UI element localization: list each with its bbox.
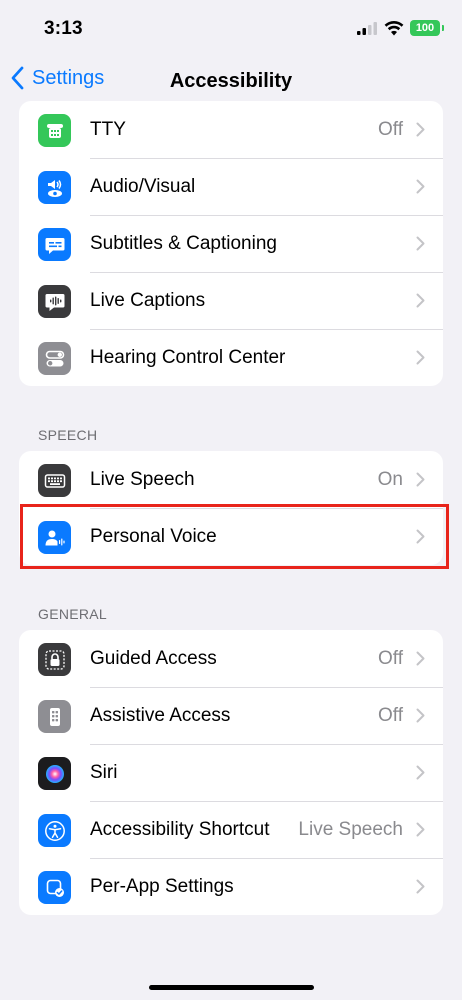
row-hearing-control-center[interactable]: Hearing Control Center (19, 329, 443, 386)
chevron-right-icon (416, 529, 425, 544)
general-group: Guided Access Off Assistive Access Off S… (19, 630, 443, 915)
battery-icon: 100 (410, 20, 444, 36)
page-title: Accessibility (169, 70, 293, 92)
tty-icon (38, 114, 71, 147)
row-value: On (377, 468, 403, 490)
chevron-right-icon (416, 122, 425, 137)
navigation-bar: Settings Accessibility (0, 56, 462, 106)
row-assistive-access[interactable]: Assistive Access Off (19, 687, 443, 744)
per-app-settings-icon (38, 871, 71, 904)
row-label: TTY (90, 118, 126, 140)
hearing-control-icon (38, 342, 71, 375)
status-bar: 3:13 100 (0, 0, 462, 56)
row-label: Siri (90, 761, 118, 783)
row-label: Subtitles & Captioning (90, 232, 277, 254)
row-label: Live Speech (90, 468, 195, 490)
row-value: Off (378, 647, 403, 669)
personal-voice-icon (38, 521, 71, 554)
row-siri[interactable]: Siri (19, 744, 443, 801)
row-value: Off (378, 118, 403, 140)
live-captions-icon (38, 285, 71, 318)
row-label: Accessibility Shortcut (90, 818, 270, 840)
row-personal-voice[interactable]: Personal Voice (19, 508, 443, 565)
status-time: 3:13 (44, 18, 83, 39)
chevron-right-icon (416, 472, 425, 487)
row-label: Guided Access (90, 647, 217, 669)
lock-icon (38, 643, 71, 676)
section-header-general: GENERAL (38, 606, 108, 622)
row-label: Per-App Settings (90, 875, 234, 897)
chevron-right-icon (416, 293, 425, 308)
chevron-right-icon (416, 350, 425, 365)
keyboard-icon (38, 464, 71, 497)
chevron-right-icon (416, 179, 425, 194)
row-label: Hearing Control Center (90, 346, 286, 368)
row-tty[interactable]: TTY Off (19, 101, 443, 158)
hearing-group: TTY Off Audio/Visual Subtitles & Caption… (19, 101, 443, 386)
row-audio-visual[interactable]: Audio/Visual (19, 158, 443, 215)
row-label: Live Captions (90, 289, 206, 311)
row-accessibility-shortcut[interactable]: Accessibility Shortcut Live Speech (19, 801, 443, 858)
chevron-right-icon (416, 708, 425, 723)
row-per-app-settings[interactable]: Per-App Settings (19, 858, 443, 915)
row-value: Live Speech (298, 818, 403, 840)
home-indicator[interactable] (149, 985, 314, 990)
row-subtitles-captioning[interactable]: Subtitles & Captioning (19, 215, 443, 272)
cellular-signal-icon (357, 22, 377, 35)
accessibility-icon (38, 814, 71, 847)
row-value: Off (378, 704, 403, 726)
row-guided-access[interactable]: Guided Access Off (19, 630, 443, 687)
row-label: Audio/Visual (90, 175, 196, 197)
row-label: Personal Voice (90, 525, 217, 547)
audio-visual-icon (38, 171, 71, 204)
chevron-right-icon (416, 765, 425, 780)
assistive-access-icon (38, 700, 71, 733)
chevron-right-icon (416, 651, 425, 666)
row-live-captions[interactable]: Live Captions (19, 272, 443, 329)
row-label: Assistive Access (90, 704, 231, 726)
siri-icon (38, 757, 71, 790)
subtitles-icon (38, 228, 71, 261)
row-live-speech[interactable]: Live Speech On (19, 451, 443, 508)
chevron-right-icon (416, 236, 425, 251)
chevron-right-icon (416, 822, 425, 837)
speech-group: Live Speech On Personal Voice (19, 451, 443, 565)
section-header-speech: SPEECH (38, 427, 98, 443)
chevron-right-icon (416, 879, 425, 894)
wifi-icon (384, 20, 404, 36)
